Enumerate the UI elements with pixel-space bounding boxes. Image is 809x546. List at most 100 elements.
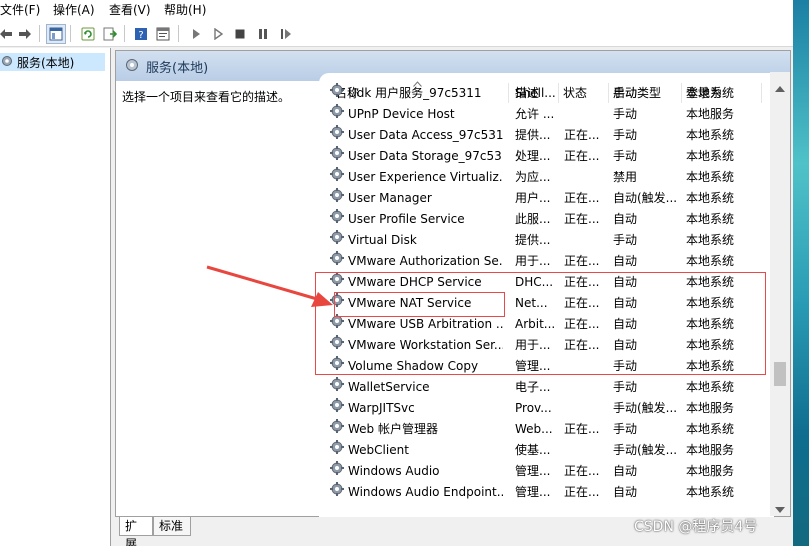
service-startup-type: 自动 bbox=[613, 254, 638, 268]
scrollbar-thumb[interactable] bbox=[774, 362, 786, 386]
service-status: 正在... bbox=[564, 212, 600, 226]
service-startup-type: 自动 bbox=[613, 464, 638, 478]
search-gear-icon bbox=[124, 57, 140, 76]
pause-service-icon[interactable] bbox=[253, 24, 273, 44]
service-startup-type: 自动 bbox=[613, 212, 638, 226]
service-name-cell: Virtual Disk bbox=[329, 230, 503, 251]
service-gear-icon bbox=[329, 167, 345, 188]
scroll-up-arrow-icon[interactable] bbox=[775, 81, 785, 95]
service-name-cell: Windows Audio bbox=[329, 461, 503, 482]
service-status: 正在... bbox=[564, 464, 600, 478]
service-description: 电子... bbox=[515, 380, 551, 394]
service-startup-type: 自动(触发... bbox=[613, 191, 678, 205]
start-service-icon[interactable] bbox=[186, 24, 206, 44]
properties-icon[interactable] bbox=[153, 24, 173, 44]
console-tree-icon[interactable] bbox=[46, 24, 66, 44]
service-name: Windows Audio Endpoint... bbox=[348, 485, 503, 499]
service-startup-type: 自动 bbox=[613, 485, 638, 499]
tree-item-services-local[interactable]: 服务(本地) bbox=[0, 53, 105, 71]
service-log-on-as: 本地服务 bbox=[686, 401, 735, 415]
table-row[interactable]: Windows Audio Endpoint... 管理... 正在... 自动 本地系… bbox=[319, 482, 774, 503]
table-row[interactable]: User Profile Service 此服... 正在... 自动 本地系统 bbox=[319, 209, 774, 230]
service-status: 正在... bbox=[564, 128, 600, 142]
service-name-cell: User Data Storage_97c53... bbox=[329, 146, 503, 167]
service-name: User Profile Service bbox=[348, 212, 465, 226]
service-log-on-as: 本地服务 bbox=[686, 443, 735, 457]
tab-extended[interactable]: 扩展 bbox=[119, 517, 153, 546]
service-status: 正在... bbox=[564, 191, 600, 205]
watermark: CSDN @程序员4号 bbox=[634, 519, 758, 535]
service-name-cell: WalletService bbox=[329, 377, 503, 398]
table-row[interactable]: User Experience Virtualiz... 为应... 禁用 本地系统 bbox=[319, 167, 774, 188]
service-log-on-as: 本地系统 bbox=[686, 86, 735, 100]
service-startup-type: 手动(触发... bbox=[613, 401, 678, 415]
table-row[interactable]: User Data Access_97c5311 提供... 正在... 手动 本地系统 bbox=[319, 125, 774, 146]
service-startup-type: 手动 bbox=[613, 149, 638, 163]
service-log-on-as: 本地系统 bbox=[686, 128, 735, 142]
service-startup-type: 禁用 bbox=[613, 170, 638, 184]
back-arrow-icon[interactable] bbox=[0, 24, 16, 44]
service-log-on-as: 本地服务 bbox=[686, 107, 735, 121]
service-description: Web... bbox=[515, 422, 553, 436]
toolbar-separator bbox=[39, 25, 40, 42]
service-startup-type: 手动(触发... bbox=[613, 443, 678, 457]
service-status bbox=[564, 104, 606, 125]
export-list-icon[interactable] bbox=[100, 24, 120, 44]
service-description: 使基... bbox=[515, 443, 551, 457]
service-name-cell: Udk 用户服务_97c5311 bbox=[329, 83, 503, 104]
service-name-cell: User Data Access_97c5311 bbox=[329, 125, 503, 146]
service-name-cell: WarpJITSvc bbox=[329, 398, 503, 419]
scroll-down-arrow-icon[interactable] bbox=[775, 502, 785, 516]
toolbar-separator bbox=[124, 25, 125, 42]
table-row[interactable]: Web 帐户管理器 Web... 正在... 手动 本地系统 bbox=[319, 419, 774, 440]
vertical-scrollbar[interactable] bbox=[770, 72, 790, 516]
table-row[interactable]: Virtual Disk 提供... 手动 本地系统 bbox=[319, 230, 774, 251]
service-gear-icon bbox=[329, 209, 345, 230]
table-row[interactable]: VMware Authorization Se... 用于... 正在... 自动 本地… bbox=[319, 251, 774, 272]
service-status bbox=[564, 398, 606, 419]
tab-standard[interactable]: 标准 bbox=[153, 517, 191, 536]
table-row[interactable]: UPnP Device Host 允许 ... 手动 本地服务 bbox=[319, 104, 774, 125]
service-name-cell: User Experience Virtualiz... bbox=[329, 167, 503, 188]
service-status bbox=[564, 83, 606, 104]
service-log-on-as: 本地系统 bbox=[686, 149, 735, 163]
service-name: User Manager bbox=[348, 191, 432, 205]
table-row[interactable]: WebClient 使基... 手动(触发... 本地服务 bbox=[319, 440, 774, 461]
service-log-on-as: 本地系统 bbox=[686, 485, 735, 499]
restart-service-icon[interactable] bbox=[276, 24, 296, 44]
service-description: Shell... bbox=[515, 86, 556, 100]
service-gear-icon bbox=[329, 419, 345, 440]
svg-text:?: ? bbox=[138, 30, 143, 41]
start-service-alt-icon[interactable] bbox=[208, 24, 228, 44]
menu-view[interactable]: 查看(V) bbox=[109, 2, 151, 18]
menu-action[interactable]: 操作(A) bbox=[53, 2, 95, 18]
service-startup-type: 手动 bbox=[613, 380, 638, 394]
stop-service-icon[interactable] bbox=[230, 24, 250, 44]
forward-arrow-icon[interactable] bbox=[15, 24, 35, 44]
menu-file[interactable]: 文件(F) bbox=[0, 2, 40, 18]
service-startup-type: 手动 bbox=[613, 233, 638, 247]
service-name: Udk 用户服务_97c5311 bbox=[348, 86, 482, 100]
table-row[interactable]: WalletService 电子... 手动 本地系统 bbox=[319, 377, 774, 398]
gear-icon bbox=[0, 54, 14, 71]
table-row[interactable]: User Data Storage_97c53... 处理... 正在... 手动 本地… bbox=[319, 146, 774, 167]
table-row[interactable]: WarpJITSvc Prov... 手动(触发... 本地服务 bbox=[319, 398, 774, 419]
help-icon[interactable]: ? bbox=[131, 24, 151, 44]
table-row[interactable]: Udk 用户服务_97c5311 Shell... 手动 本地系统 bbox=[319, 83, 774, 104]
table-row[interactable]: Windows Audio 管理... 正在... 自动 本地服务 bbox=[319, 461, 774, 482]
service-name-cell: UPnP Device Host bbox=[329, 104, 503, 125]
service-name: Virtual Disk bbox=[348, 233, 417, 247]
service-log-on-as: 本地系统 bbox=[686, 191, 735, 205]
annotation-arrow-icon bbox=[206, 265, 333, 307]
service-log-on-as: 本地系统 bbox=[686, 254, 735, 268]
tree-item-label: 服务(本地) bbox=[17, 55, 75, 70]
desktop-wallpaper bbox=[793, 0, 809, 546]
service-name-cell: WebClient bbox=[329, 440, 503, 461]
service-gear-icon bbox=[329, 83, 345, 104]
service-startup-type: 手动 bbox=[613, 107, 638, 121]
table-row[interactable]: User Manager 用户... 正在... 自动(触发... 本地系统 bbox=[319, 188, 774, 209]
service-description: 允许 ... bbox=[515, 107, 555, 121]
refresh-icon[interactable] bbox=[78, 24, 98, 44]
menu-help[interactable]: 帮助(H) bbox=[164, 2, 206, 18]
service-name: Windows Audio bbox=[348, 464, 440, 478]
